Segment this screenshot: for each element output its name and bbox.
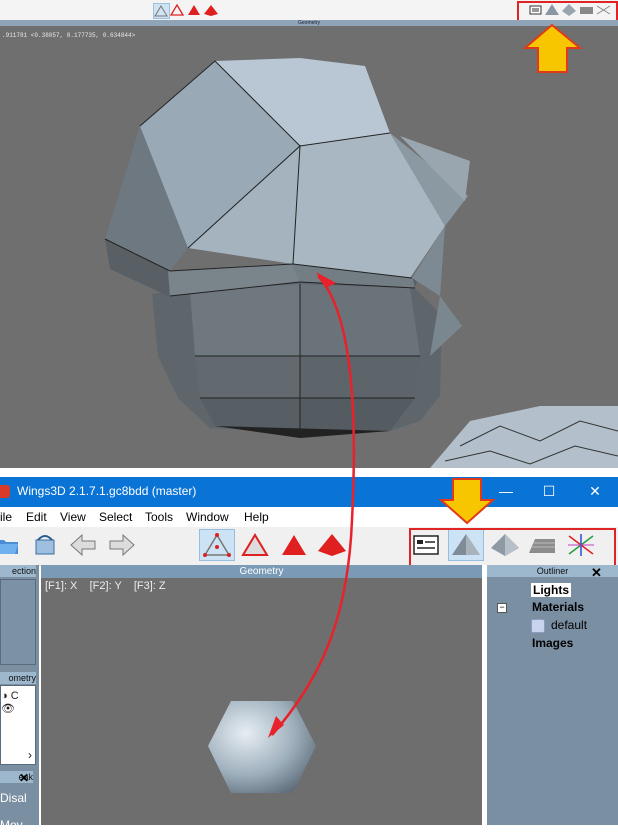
menu-view[interactable]: View	[60, 510, 86, 524]
viewport-geometry-header: Geometry	[41, 565, 482, 578]
face-mode-icon	[282, 535, 306, 555]
window-title: Wings3D 2.1.7.1.gc8bdd (master)	[17, 484, 197, 498]
face-select-icon[interactable]	[187, 3, 202, 17]
face-select-button[interactable]	[279, 530, 309, 560]
vertex-mode-icon	[203, 533, 231, 557]
menu-file[interactable]: ile	[0, 510, 12, 524]
materials-collapse-icon[interactable]: −	[497, 603, 507, 613]
tweak-item-disable[interactable]: Disal	[0, 791, 27, 805]
undo-arrow-icon[interactable]	[68, 530, 98, 560]
menu-edit[interactable]: Edit	[26, 510, 47, 524]
selection-panel-body	[0, 579, 36, 665]
toggle-icon[interactable]: ◑	[1, 690, 8, 702]
tweak-item-move[interactable]: Mov	[0, 818, 23, 832]
separator	[0, 468, 618, 477]
outliner-item-materials[interactable]: Materials	[532, 600, 584, 614]
menu-window[interactable]: Window	[186, 510, 229, 524]
edge-select-button[interactable]	[240, 530, 270, 560]
outliner-item-default[interactable]: default	[551, 618, 587, 632]
outliner-item-lights[interactable]: Lights	[531, 583, 571, 597]
window-titlebar[interactable]: Wings3D 2.1.7.1.gc8bdd (master) — ☐ ✕	[0, 477, 618, 507]
vertex-select-button[interactable]	[199, 529, 235, 561]
hexagon-model	[208, 701, 316, 793]
vertex-select-icon[interactable]	[153, 3, 170, 19]
tweak-panel-body: Disal Mov	[0, 785, 36, 832]
zoomed-mesh-model	[104, 58, 618, 468]
tweak-close-icon[interactable]: ✕	[19, 771, 29, 785]
zoomed-viewport: .911781 <0.38057, 0.177735, 0.634844>	[0, 26, 618, 468]
menu-select[interactable]: Select	[99, 510, 132, 524]
minimize-button[interactable]: —	[495, 481, 517, 501]
edge-select-icon[interactable]	[169, 3, 185, 17]
open-folder-icon[interactable]	[0, 530, 22, 560]
body-select-icon[interactable]	[204, 3, 219, 17]
menu-tools[interactable]: Tools	[145, 510, 173, 524]
outliner-close-icon[interactable]: ✕	[591, 565, 602, 581]
scroll-right-icon[interactable]: ›	[28, 748, 32, 762]
geometry-viewport[interactable]: [F1]: X [F2]: Y [F3]: Z	[41, 578, 482, 825]
geometry-graph-header: ometry	[0, 672, 36, 684]
menu-help[interactable]: Help	[244, 510, 269, 524]
geometry-graph-body: ◑ C 👁 ›	[0, 685, 36, 765]
geometry-graph-label: C	[10, 690, 19, 702]
geometry-graph-row: ◑ C 👁	[1, 690, 35, 715]
body-mode-icon	[318, 534, 346, 556]
body-select-button[interactable]	[316, 530, 346, 560]
selection-panel-header: ection	[0, 565, 36, 577]
outliner-panel: Outliner ✕ Lights − Materials default Im…	[487, 565, 618, 825]
left-panel: ection ometry ◑ C 👁 › eak ✕ Disal Mov	[0, 565, 39, 832]
app-icon	[0, 485, 10, 498]
eye-icon[interactable]: 👁	[1, 703, 15, 715]
highlight-box-bottom	[409, 528, 616, 567]
maximize-button[interactable]: ☐	[538, 481, 560, 501]
menu-bar: ile Edit View Select Tools Window Help	[0, 507, 618, 527]
save-icon[interactable]	[30, 530, 60, 560]
close-button[interactable]: ✕	[584, 481, 606, 501]
redo-arrow-icon[interactable]	[107, 530, 137, 560]
material-swatch-icon	[531, 619, 545, 633]
edge-mode-icon	[241, 533, 269, 556]
outliner-item-images[interactable]: Images	[532, 636, 573, 650]
